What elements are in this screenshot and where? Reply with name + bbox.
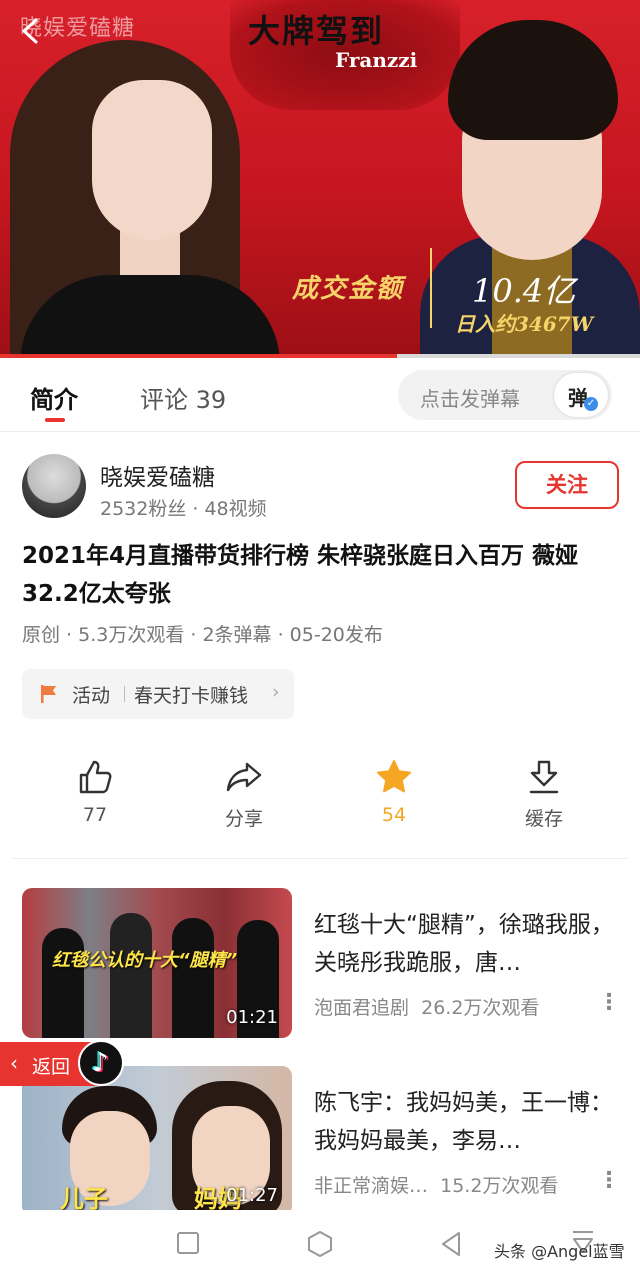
share-label: 分享 (224, 808, 263, 830)
share-icon (226, 762, 262, 792)
related-views: 26.2万次观看 (421, 997, 540, 1019)
related-views: 15.2万次观看 (440, 1175, 559, 1197)
tab-comments[interactable]: 评论 39 (140, 380, 226, 415)
tab-intro[interactable]: 简介 (30, 380, 78, 415)
video-duration: 01:27 (226, 1185, 278, 1206)
download-icon (529, 760, 559, 794)
system-nav-bar: 头条 @Angel蓝雪 (0, 1210, 640, 1280)
sales-label: 成交金额 (292, 274, 405, 304)
related-channel: 泡面君追剧 (314, 997, 410, 1019)
activity-chip[interactable]: 活动 春天打卡赚钱 › (22, 669, 294, 719)
download-label: 缓存 (524, 808, 563, 830)
video-duration: 01:21 (226, 1007, 278, 1028)
recent-apps-icon[interactable] (177, 1232, 199, 1254)
related-thumbnail[interactable]: 红毯公认的十大“腿精” 01:21 (22, 888, 292, 1038)
source-watermark: 头条 @Angel蓝雪 (494, 1242, 625, 1261)
danmu-toggle-button[interactable]: 弹 ✓ (554, 373, 608, 417)
section-divider (12, 858, 628, 859)
author-stats: 2532粉丝 · 48视频 (100, 498, 267, 520)
share-button[interactable]: 分享 (194, 758, 294, 838)
sales-daily: 日入约3467W (455, 312, 594, 336)
author-name[interactable]: 晓娱爱磕糖 (100, 458, 215, 492)
sales-divider (430, 248, 432, 328)
like-button[interactable]: 77 (45, 758, 145, 838)
more-icon[interactable]: ⋮ (598, 990, 620, 1015)
video-person-left (10, 40, 280, 356)
related-thumbnail[interactable]: 儿子 妈妈 01:27 (22, 1066, 292, 1216)
activity-title: 春天打卡赚钱 (134, 685, 249, 707)
tab-bar: 简介 评论 39 点击发弹幕 弹 ✓ (0, 358, 640, 432)
danmu-input[interactable]: 点击发弹幕 弹 ✓ (398, 370, 612, 420)
favorite-count: 54 (381, 804, 407, 826)
related-title[interactable]: 陈飞宇：我妈妈美，王一博：我妈妈最美，李易… (314, 1084, 614, 1160)
favorite-button[interactable]: 54 (344, 758, 444, 838)
thumbnail-label-left: 儿子 (60, 1185, 108, 1213)
related-meta: 泡面君追剧 26.2万次观看 (314, 993, 539, 1020)
star-icon (377, 760, 411, 793)
activity-separator (124, 686, 125, 702)
video-meta: 原创 · 5.3万次观看 · 2条弹幕 · 05-20发布 (22, 624, 383, 646)
related-channel: 非正常滴娱… (314, 1175, 429, 1197)
video-player[interactable]: 大牌驾到 Franzzi 晓娱爱磕糖 成交金额 10.4亿 日入约3467W (0, 0, 640, 356)
return-label: 返回 (32, 1056, 71, 1078)
activity-label: 活动 (72, 685, 111, 707)
more-icon[interactable]: ⋮ (598, 1168, 620, 1193)
like-count: 77 (82, 804, 108, 826)
video-title: 2021年4月直播带货排行榜 朱梓骁张庭日入百万 薇娅32.2亿太夸张 (22, 543, 579, 607)
back-nav-icon[interactable] (439, 1230, 463, 1258)
download-button[interactable]: 缓存 (494, 758, 594, 838)
chevron-left-icon: ‹ (10, 1051, 18, 1075)
chevron-right-icon: › (272, 681, 280, 703)
video-brand-text: Franzzi (335, 48, 418, 72)
sales-amount: 10.4亿 (472, 272, 576, 310)
tab-intro-underline (45, 418, 65, 422)
related-title[interactable]: 红毯十大“腿精”，徐璐我服，关晓彤我跪服，唐… (314, 906, 614, 982)
flag-icon (41, 685, 56, 703)
back-icon[interactable] (14, 14, 48, 48)
douyin-logo-icon[interactable]: ♪ (78, 1040, 124, 1086)
follow-button[interactable]: 关注 (515, 461, 619, 509)
check-icon: ✓ (584, 397, 598, 411)
related-meta: 非正常滴娱… 15.2万次观看 (314, 1171, 558, 1198)
thumbs-up-icon (79, 760, 112, 794)
thumbnail-caption: 红毯公认的十大“腿精” (52, 950, 238, 971)
avatar[interactable] (22, 454, 86, 518)
home-icon[interactable] (306, 1230, 334, 1258)
danmu-placeholder: 点击发弹幕 (420, 387, 520, 411)
